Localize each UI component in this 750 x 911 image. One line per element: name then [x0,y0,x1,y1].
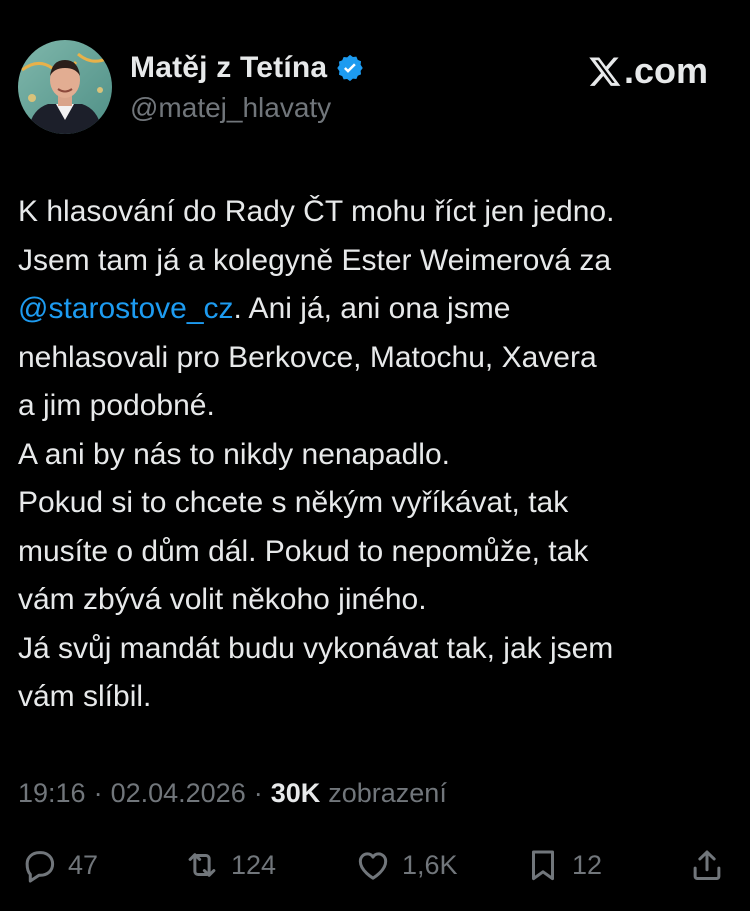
tweet-line: vám zbývá volit někoho jiného. [18,576,730,625]
bookmark-button[interactable]: 12 [524,840,602,890]
repost-icon [188,853,216,877]
tweet-text-segment: Pokud si to chcete s někým vyříkávat, ta… [18,486,569,519]
verified-badge-icon [337,54,364,82]
bookmark-icon [531,850,555,881]
bookmark-count: 12 [572,849,603,880]
tweet-line: nehlasovali pro Berkovce, Matochu, Xaver… [18,334,730,383]
tweet-line: Já svůj mandát budu vykonávat tak, jak j… [18,625,730,674]
tweet-date[interactable]: 02.04.2026 [111,778,246,809]
mention-link[interactable]: @starostove_cz [18,292,234,325]
brand-label: .com [623,50,708,91]
tweet-line: a jim podobné. [18,382,730,431]
tweet-line: Jsem tam já a kolegyně Ester Weimerová z… [18,237,730,286]
tweet-line: musíte o dům dál. Pokud to nepomůže, tak [18,528,730,577]
display-name-row: Matěj z Tetína [130,48,365,88]
tweet-text-segment: vám slíbil. [18,680,152,713]
tweet-line: A ani by nás to nikdy nenapadlo. [18,431,730,480]
repost-button[interactable]: 124 [183,840,276,890]
reply-icon [25,851,55,883]
tweet-text-segment: a jim podobné. [18,389,215,422]
reply-count: 47 [68,849,99,880]
like-count: 1,6K [402,849,458,880]
heart-icon [358,852,388,880]
tweet-text: K hlasování do Rady ČT mohu říct jen jed… [18,188,730,722]
tweet-line: @starostove_cz. Ani já, ani ona jsme [18,285,730,334]
tweet-text-segment: . Ani já, ani ona jsme [233,292,511,325]
tweet-line: K hlasování do Rady ČT mohu říct jen jed… [18,188,730,237]
author-handle[interactable]: @matej_hlavaty [130,92,365,124]
tweet-text-segment: Já svůj mandát budu vykonávat tak, jak j… [18,631,614,665]
views-count: 30K [270,778,321,808]
tweet-meta: 19:16 · 02.04.2026 · 30K zobrazení [18,778,447,809]
meta-separator: · [253,778,263,808]
tweet-text-segment: vám zbývá volit někoho jiného. [18,583,427,616]
avatar[interactable] [18,40,112,134]
x-logo-icon [589,57,621,86]
meta-separator: · [93,778,103,808]
tweet-text-segment: Jsem tam já a kolegyně Ester Weimerová z… [18,243,612,277]
views-label: zobrazení [328,778,447,808]
tweet-text-segment: K hlasování do Rady ČT mohu říct jen jed… [18,195,615,228]
share-button[interactable] [688,840,726,890]
action-bar: 47 124 1,6K 12 [20,840,732,890]
avatar-image [18,40,112,134]
brand-logo: .com [588,50,708,92]
display-name[interactable]: Matěj z Tetína [130,51,327,85]
tweet-line: vám slíbil. [18,673,730,722]
tweet-time[interactable]: 19:16 [18,778,86,809]
share-icon [693,850,721,880]
tweet-header: Matěj z Tetína @matej_hlavaty .com [18,40,732,136]
repost-count: 124 [231,849,277,880]
author-names: Matěj z Tetína @matej_hlavaty [130,48,365,124]
tweet-text-segment: A ani by nás to nikdy nenapadlo. [18,437,450,471]
tweet-text-segment: nehlasovali pro Berkovce, Matochu, Xaver… [18,340,597,374]
tweet-line: Pokud si to chcete s někým vyříkávat, ta… [18,479,730,528]
like-button[interactable]: 1,6K [354,840,458,890]
tweet-text-segment: musíte o dům dál. Pokud to nepomůže, tak [18,534,589,568]
reply-button[interactable]: 47 [20,840,98,890]
